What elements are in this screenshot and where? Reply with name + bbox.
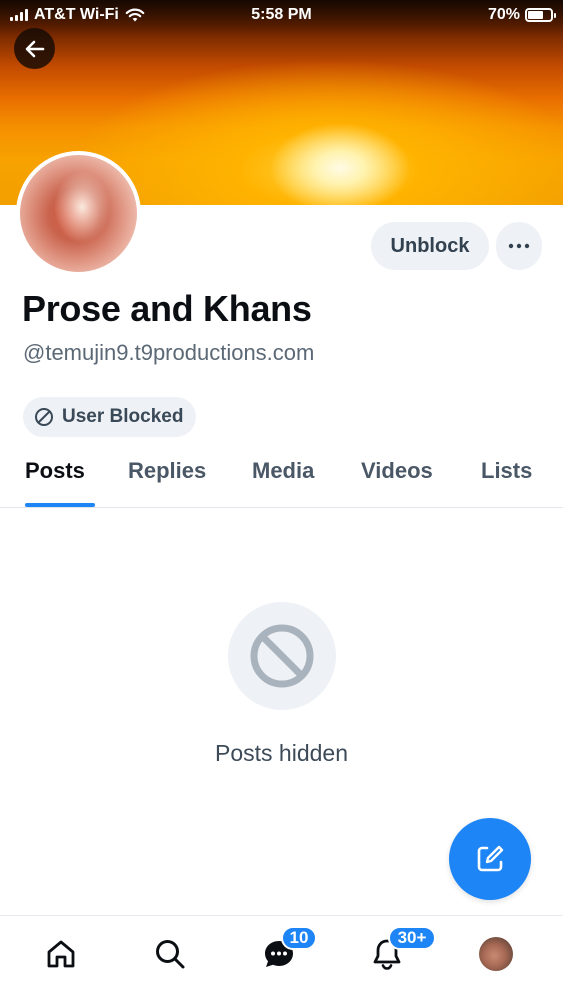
user-handle: @temujin9.t9productions.com xyxy=(23,340,315,365)
tab-lists[interactable]: Lists xyxy=(481,458,532,484)
tab-media[interactable]: Media xyxy=(252,458,314,484)
user-blocked-badge: User Blocked xyxy=(23,397,197,437)
nav-search[interactable] xyxy=(150,934,190,974)
compose-icon xyxy=(477,845,504,872)
active-tab-indicator xyxy=(25,503,95,507)
more-options-button[interactable] xyxy=(496,222,542,270)
tab-videos[interactable]: Videos xyxy=(361,458,433,484)
ellipsis-icon xyxy=(508,243,530,249)
profile-tabs: Posts Replies Media Videos Lists xyxy=(0,446,563,508)
bottom-nav: 10 30+ xyxy=(0,915,563,1000)
display-name: Prose and Khans xyxy=(22,288,312,329)
nav-profile[interactable] xyxy=(476,934,516,974)
messages-badge: 10 xyxy=(281,926,317,950)
status-bar: AT&T Wi-Fi 5:58 PM 70% xyxy=(0,0,563,30)
profile-avatar[interactable] xyxy=(16,151,141,276)
search-icon xyxy=(156,940,185,969)
status-bar-right: 70% xyxy=(487,6,556,24)
tab-replies[interactable]: Replies xyxy=(128,458,206,484)
home-icon xyxy=(47,940,75,968)
compose-button[interactable] xyxy=(449,818,531,900)
nav-home[interactable] xyxy=(41,934,81,974)
circle-slash-icon xyxy=(35,408,53,426)
battery-icon xyxy=(525,8,556,22)
unblock-button[interactable]: Unblock xyxy=(371,222,489,270)
back-button[interactable] xyxy=(14,28,55,69)
empty-state-icon-container xyxy=(228,602,336,710)
circle-slash-icon xyxy=(250,624,314,688)
arrow-left-icon xyxy=(25,40,44,57)
user-blocked-label: User Blocked xyxy=(62,406,184,427)
tab-posts[interactable]: Posts xyxy=(25,458,85,484)
empty-state-message: Posts hidden xyxy=(215,740,348,766)
battery-percent: 70% xyxy=(487,6,520,23)
avatar xyxy=(479,937,513,971)
notifications-badge: 30+ xyxy=(388,926,436,950)
clock: 5:58 PM xyxy=(251,6,312,23)
